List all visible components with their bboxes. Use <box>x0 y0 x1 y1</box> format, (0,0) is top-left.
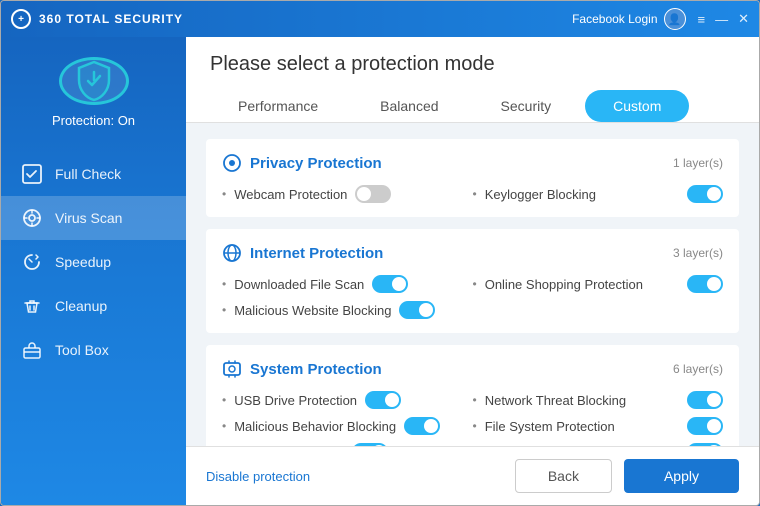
footer-buttons: Back Apply <box>515 459 739 493</box>
privacy-layers: 1 layer(s) <box>673 156 723 170</box>
system-icon <box>222 359 242 379</box>
page-title: Please select a protection mode <box>210 53 735 76</box>
network-threat-row: • Network Threat Blocking <box>473 391 724 409</box>
file-system-toggle[interactable] <box>687 417 723 435</box>
content-footer: Disable protection Back Apply <box>186 446 759 505</box>
disable-protection-link[interactable]: Disable protection <box>206 469 310 484</box>
webcam-toggle[interactable] <box>355 185 391 203</box>
section-system-title: System Protection <box>222 359 382 379</box>
menu-icon[interactable]: ≡ <box>698 12 706 27</box>
malicious-behavior-toggle[interactable] <box>404 417 440 435</box>
section-privacy-header: Privacy Protection 1 layer(s) <box>222 153 723 173</box>
webcam-row: • Webcam Protection <box>222 185 473 203</box>
tab-performance[interactable]: Performance <box>210 90 346 122</box>
sidebar-item-virus-scan[interactable]: Virus Scan <box>1 196 186 240</box>
version-label: 5.2.0.1042 <box>58 372 130 505</box>
title-bar-left: + 360 TOTAL SECURITY <box>11 9 183 29</box>
network-threat-toggle[interactable] <box>687 391 723 409</box>
tab-balanced[interactable]: Balanced <box>352 90 466 122</box>
file-system-row: • File System Protection <box>473 417 724 435</box>
toolbox-icon <box>21 339 43 361</box>
system-layers: 6 layer(s) <box>673 362 723 376</box>
scan-file-saved-toggle[interactable] <box>687 443 723 446</box>
internet-layers: 3 layer(s) <box>673 246 723 260</box>
content-header: Please select a protection mode Performa… <box>186 37 759 123</box>
virus-scan-icon <box>21 207 43 229</box>
minimize-button[interactable]: — <box>715 12 728 27</box>
sidebar-label-full-check: Full Check <box>55 166 121 182</box>
section-internet-title: Internet Protection <box>222 243 383 263</box>
registry-toggle[interactable] <box>352 443 388 446</box>
section-privacy-title: Privacy Protection <box>222 153 382 173</box>
tab-custom[interactable]: Custom <box>585 90 689 122</box>
content-area: Please select a protection mode Performa… <box>186 37 759 505</box>
full-check-icon <box>21 163 43 185</box>
system-rows: • USB Drive Protection • Network Threat … <box>222 391 723 446</box>
tabs: Performance Balanced Security Custom <box>210 90 735 122</box>
window-controls: ≡ — ✕ <box>698 11 750 27</box>
title-bar: + 360 TOTAL SECURITY Facebook Login 👤 ≡ … <box>1 1 759 37</box>
main-layout: Protection: On Full Check Virus Scan <box>1 37 759 505</box>
keylogger-toggle[interactable] <box>687 185 723 203</box>
close-button[interactable]: ✕ <box>738 11 749 27</box>
malicious-behavior-row: • Malicious Behavior Blocking <box>222 417 473 435</box>
online-shopping-row: • Online Shopping Protection <box>473 275 724 293</box>
sidebar-label-speedup: Speedup <box>55 254 111 270</box>
sidebar-nav: Full Check Virus Scan Speedup <box>1 152 186 372</box>
title-bar-right: Facebook Login 👤 ≡ — ✕ <box>572 8 749 30</box>
cleanup-icon <box>21 295 43 317</box>
avatar: 👤 <box>664 8 686 30</box>
malicious-website-row: • Malicious Website Blocking <box>222 301 473 319</box>
downloaded-file-toggle[interactable] <box>372 275 408 293</box>
content-scroll: Privacy Protection 1 layer(s) • Webcam P… <box>186 123 759 446</box>
speedup-icon <box>21 251 43 273</box>
usb-toggle[interactable] <box>365 391 401 409</box>
online-shopping-toggle[interactable] <box>687 275 723 293</box>
sidebar-item-full-check[interactable]: Full Check <box>1 152 186 196</box>
app-name: 360 TOTAL SECURITY <box>39 12 183 26</box>
downloaded-file-row: • Downloaded File Scan <box>222 275 473 293</box>
privacy-icon <box>222 153 242 173</box>
tab-security[interactable]: Security <box>473 90 580 122</box>
privacy-rows: • Webcam Protection • Keylogger Blocking <box>222 185 723 203</box>
facebook-login[interactable]: Facebook Login 👤 <box>572 8 685 30</box>
shield-icon-wrap <box>59 57 129 105</box>
section-system-header: System Protection 6 layer(s) <box>222 359 723 379</box>
sidebar-item-cleanup[interactable]: Cleanup <box>1 284 186 328</box>
sidebar: Protection: On Full Check Virus Scan <box>1 37 186 505</box>
sidebar-label-virus-scan: Virus Scan <box>55 210 122 226</box>
protection-status: Protection: On <box>52 113 135 128</box>
app-logo-icon: + <box>11 9 31 29</box>
shield-icon <box>75 60 113 102</box>
app-window: + 360 TOTAL SECURITY Facebook Login 👤 ≡ … <box>0 0 760 506</box>
keylogger-row: • Keylogger Blocking <box>473 185 724 203</box>
internet-icon <box>222 243 242 263</box>
back-button[interactable]: Back <box>515 459 612 493</box>
malicious-website-toggle[interactable] <box>399 301 435 319</box>
sidebar-item-speedup[interactable]: Speedup <box>1 240 186 284</box>
section-internet: Internet Protection 3 layer(s) • Downloa… <box>206 229 739 333</box>
internet-rows: • Downloaded File Scan • Online Shopping… <box>222 275 723 319</box>
section-system: System Protection 6 layer(s) • USB Drive… <box>206 345 739 446</box>
sidebar-label-cleanup: Cleanup <box>55 298 107 314</box>
section-internet-header: Internet Protection 3 layer(s) <box>222 243 723 263</box>
apply-button[interactable]: Apply <box>624 459 739 493</box>
sidebar-item-toolbox[interactable]: Tool Box <box>1 328 186 372</box>
section-privacy: Privacy Protection 1 layer(s) • Webcam P… <box>206 139 739 217</box>
sidebar-label-toolbox: Tool Box <box>55 342 109 358</box>
usb-row: • USB Drive Protection <box>222 391 473 409</box>
